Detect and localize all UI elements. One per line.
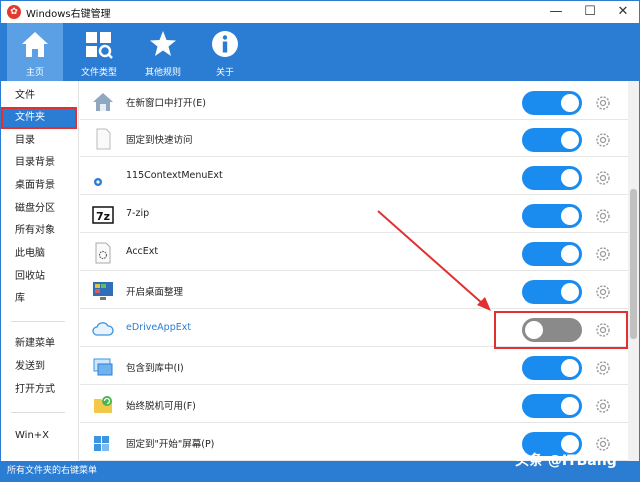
enable-toggle[interactable] [522,242,582,266]
toggle-knob [561,397,579,415]
svg-text:7z: 7z [96,210,110,223]
row-label: 始终脱机可用(F) [126,401,196,412]
sidebar-item-desktop-background[interactable]: 桌面背景 [1,175,77,197]
list-item[interactable]: 7z 7-zip [80,196,628,233]
enable-toggle[interactable] [522,280,582,304]
7zip-icon: 7z [92,206,114,224]
toggle-knob [561,207,579,225]
enable-toggle[interactable] [522,166,582,190]
row-label: 7-zip [126,208,150,219]
toolbar-about-button[interactable]: 关于 [197,23,253,81]
toolbar-other-rules-button[interactable]: 其他规则 [135,23,191,81]
toolbar-about-label: 关于 [215,68,234,78]
list-item[interactable]: 开启桌面整理 [80,272,628,309]
blank-file-icon [96,128,111,150]
gear-icon[interactable] [594,283,612,301]
toolbar-home-button[interactable]: 主页 [7,23,63,81]
sidebar: 文件 文件夹 目录 目录背景 桌面背景 磁盘分区 所有对象 此电脑 回收站 库 … [1,81,79,461]
toolbar-file-type-label: 文件类型 [80,68,117,78]
list-item[interactable]: AccExt [80,234,628,271]
offline-folder-icon [94,396,112,413]
sidebar-item-directory[interactable]: 目录 [1,130,77,152]
annotation-highlight-box [494,311,628,349]
toggle-knob [561,94,579,112]
toolbar-home-label: 主页 [25,68,44,78]
accext-icon [95,242,111,264]
toggle-knob [561,131,579,149]
sidebar-item-drive[interactable]: 磁盘分区 [1,198,77,220]
row-label: 包含到库中(I) [126,363,184,374]
sidebar-item-recycle-bin[interactable]: 回收站 [1,266,77,288]
minimize-button[interactable]: — [539,1,573,23]
gear-icon[interactable] [594,245,612,263]
gear-icon[interactable] [594,359,612,377]
toolbar-other-rules-label: 其他规则 [144,68,181,78]
row-label: 115ContextMenuExt [126,170,223,181]
sidebar-item-open-with[interactable]: 打开方式 [1,379,77,401]
gear-icon[interactable] [594,207,612,225]
home-icon [22,32,48,57]
sidebar-item-new-menu[interactable]: 新建菜单 [1,333,77,355]
list-item[interactable]: 在新窗口中打开(E) [80,83,628,120]
toggle-knob [561,169,579,187]
maximize-button[interactable]: ☐ [573,1,607,23]
gear-icon[interactable] [594,94,612,112]
gear-icon[interactable] [594,131,612,149]
scrollbar-thumb[interactable] [630,189,637,339]
cloud-icon [92,322,114,336]
sidebar-item-library[interactable]: 库 [1,288,77,310]
toolbar-file-type-button[interactable]: 文件类型 [71,23,127,81]
sidebar-item-folder[interactable]: 文件夹 [1,107,77,129]
row-label: 固定到快速访问 [126,135,193,146]
enable-toggle[interactable] [522,91,582,115]
toggle-knob [561,359,579,377]
pin-start-icon [94,436,109,451]
house-window-icon [93,93,113,111]
enable-toggle[interactable] [522,394,582,418]
main-toolbar: 主页 文件类型 其他规则 关于 [1,23,639,81]
title-bar: ✿ Windows右键管理 — ☐ ✕ [1,1,639,23]
sidebar-item-this-pc[interactable]: 此电脑 [1,243,77,265]
app-logo-icon: ✿ [7,5,21,19]
star-icon [150,31,176,56]
watermark-text: 头条 @ITBang [515,453,617,469]
toggle-knob [561,283,579,301]
sidebar-item-directory-background[interactable]: 目录背景 [1,152,77,174]
sidebar-item-send-to[interactable]: 发送到 [1,356,77,378]
row-label: 固定到"开始"屏幕(P) [126,439,215,450]
library-icon [93,358,113,376]
sidebar-divider [11,321,65,322]
sidebar-item-file[interactable]: 文件 [1,85,77,107]
list-item[interactable]: 固定到快速访问 [80,120,628,157]
row-label: 在新窗口中打开(E) [126,98,206,109]
list-scrollbar[interactable] [628,81,639,461]
gear-icon[interactable] [594,169,612,187]
desktop-icon [93,282,113,300]
row-label: AccExt [126,246,159,257]
toggle-knob [561,245,579,263]
list-item[interactable]: 始终脱机可用(F) [80,386,628,423]
list-item[interactable]: 115ContextMenuExt [80,158,628,195]
enable-toggle[interactable] [522,204,582,228]
context-menu-list: 在新窗口中打开(E) 固定到快速访问 115ContextMenuExt 7z … [80,81,628,461]
app-window: ✿ Windows右键管理 — ☐ ✕ 主页 文件类型 其他规则 关于 文件 文… [0,0,640,482]
info-icon [212,31,238,57]
sidebar-item-all-objects[interactable]: 所有对象 [1,220,77,242]
window-title: Windows右键管理 [26,9,111,20]
enable-toggle[interactable] [522,128,582,152]
sidebar-item-winx[interactable]: Win+X [1,425,77,447]
row-label: eDriveAppExt [126,322,192,333]
gear-icon[interactable] [594,397,612,415]
file-type-icon [86,32,113,59]
row-label: 开启桌面整理 [126,287,184,298]
list-item[interactable]: 包含到库中(I) [80,348,628,385]
sidebar-divider [11,412,65,413]
115-icon [94,178,102,186]
enable-toggle[interactable] [522,356,582,380]
close-button[interactable]: ✕ [606,1,640,23]
